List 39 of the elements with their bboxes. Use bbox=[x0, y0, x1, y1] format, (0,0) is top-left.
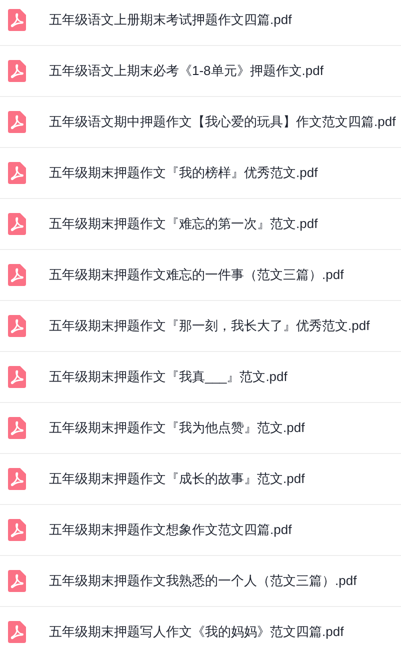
pdf-file-icon bbox=[8, 162, 26, 184]
file-name: 五年级期末押题作文难忘的一件事（范文三篇）.pdf bbox=[49, 266, 344, 284]
pdf-file-icon bbox=[8, 213, 26, 235]
file-item[interactable]: 五年级期末押题作文『成长的故事』范文.pdf bbox=[0, 454, 401, 505]
file-item[interactable]: 五年级期末押题作文我熟悉的一个人（范文三篇）.pdf bbox=[0, 556, 401, 607]
file-item[interactable]: 五年级期末押题作文『我的榜样』优秀范文.pdf bbox=[0, 148, 401, 199]
file-name: 五年级期末押题作文『我为他点赞』范文.pdf bbox=[49, 419, 305, 438]
file-name: 五年级期末押题作文我熟悉的一个人（范文三篇）.pdf bbox=[49, 572, 357, 590]
file-item[interactable]: 五年级语文期中押题作文【我心爱的玩具】作文范文四篇.pdf bbox=[0, 97, 401, 148]
file-item[interactable]: 五年级期末押题作文想象作文范文四篇.pdf bbox=[0, 505, 401, 556]
file-item[interactable]: 五年级语文上期末必考《1-8单元》押题作文.pdf bbox=[0, 46, 401, 97]
pdf-file-icon bbox=[8, 621, 26, 643]
file-name: 五年级期末押题作文『我的榜样』优秀范文.pdf bbox=[49, 164, 318, 182]
pdf-file-icon bbox=[8, 9, 26, 31]
file-name: 五年级语文期中押题作文【我心爱的玩具】作文范文四篇.pdf bbox=[49, 113, 396, 132]
file-name: 五年级语文上册期末考试押题作文四篇.pdf bbox=[49, 11, 292, 30]
file-item[interactable]: 五年级语文上册期末考试押题作文四篇.pdf bbox=[0, 0, 401, 46]
file-name: 五年级期末押题写人作文《我的妈妈》范文四篇.pdf bbox=[49, 623, 344, 642]
file-item[interactable]: 五年级期末押题作文『我真___』范文.pdf bbox=[0, 352, 401, 403]
pdf-file-icon bbox=[8, 366, 26, 388]
file-name: 五年级期末押题作文『成长的故事』范文.pdf bbox=[49, 470, 305, 488]
file-item[interactable]: 五年级期末押题写人作文《我的妈妈》范文四篇.pdf bbox=[0, 607, 401, 657]
file-name: 五年级期末押题作文『那一刻，我长大了』优秀范文.pdf bbox=[49, 317, 370, 336]
file-item[interactable]: 五年级期末押题作文『我为他点赞』范文.pdf bbox=[0, 403, 401, 454]
pdf-file-icon bbox=[8, 519, 26, 541]
file-name: 五年级期末押题作文『我真___』范文.pdf bbox=[49, 368, 288, 386]
file-name: 五年级语文上期末必考《1-8单元》押题作文.pdf bbox=[49, 62, 324, 80]
pdf-file-icon bbox=[8, 60, 26, 82]
file-item[interactable]: 五年级期末押题作文『那一刻，我长大了』优秀范文.pdf bbox=[0, 301, 401, 352]
file-name: 五年级期末押题作文『难忘的第一次』范文.pdf bbox=[49, 215, 318, 234]
pdf-file-icon bbox=[8, 264, 26, 286]
pdf-file-icon bbox=[8, 111, 26, 133]
file-item[interactable]: 五年级期末押题作文『难忘的第一次』范文.pdf bbox=[0, 199, 401, 250]
pdf-file-icon bbox=[8, 468, 26, 490]
pdf-file-icon bbox=[8, 570, 26, 592]
file-item[interactable]: 五年级期末押题作文难忘的一件事（范文三篇）.pdf bbox=[0, 250, 401, 301]
pdf-file-icon bbox=[8, 417, 26, 439]
pdf-file-icon bbox=[8, 315, 26, 337]
file-name: 五年级期末押题作文想象作文范文四篇.pdf bbox=[49, 521, 292, 540]
